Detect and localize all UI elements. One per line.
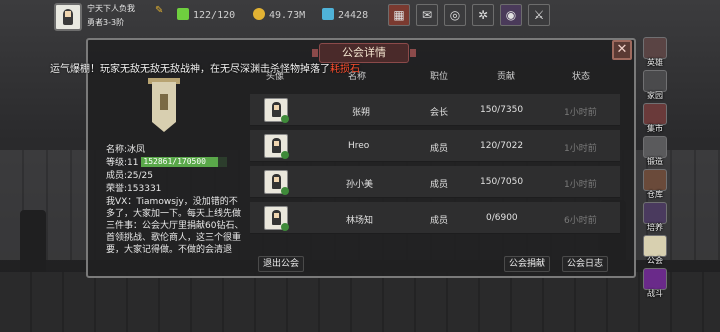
member-name: 孙小美 (346, 180, 374, 190)
member-role: 成员 (430, 180, 449, 190)
guild-level: 11 (127, 158, 139, 168)
gamepad-icon[interactable]: ◎ (444, 4, 466, 26)
member-avatar[interactable] (264, 134, 289, 159)
member-status: 1小时前 (564, 144, 597, 154)
guild-exp-bar: 152861/170500 (141, 157, 228, 167)
member-contribution: 150/7350 (480, 105, 524, 115)
member-contribution: 120/7022 (480, 141, 524, 151)
member-role: 成员 (430, 144, 449, 154)
member-avatar[interactable] (264, 206, 289, 231)
gem-counter: 24428 (322, 8, 368, 21)
member-status: 1小时前 (564, 108, 597, 118)
guild-donate-button[interactable]: 公会捐献 (504, 256, 551, 272)
side-menu-train[interactable]: 培养 (640, 202, 670, 232)
member-contribution: 150/7050 (480, 177, 524, 187)
side-menu-forge[interactable]: 锻造 (640, 136, 670, 166)
guild-name-line: 名称:冰凤 (106, 145, 146, 155)
side-menu-guild[interactable]: 公会 (640, 235, 670, 265)
col-status: 状态 (572, 72, 591, 82)
member-avatar[interactable] (264, 98, 289, 123)
market-icon (643, 103, 667, 125)
member-status: 6小时前 (564, 216, 597, 226)
player-avatar[interactable] (54, 3, 82, 31)
chest-icon (643, 169, 667, 191)
mail-icon[interactable]: ✉ (416, 4, 438, 26)
guild-honor: 153331 (127, 184, 162, 194)
sword-icon[interactable]: ⚔ (528, 4, 550, 26)
ground (0, 272, 720, 332)
guild-icon (643, 235, 667, 257)
side-menu-warehouse[interactable]: 仓库 (640, 169, 670, 199)
settings-gear-icon[interactable]: ✲ (472, 4, 494, 26)
member-role: 会长 (430, 108, 449, 118)
guild-honor-line: 荣誉:153331 (106, 184, 162, 194)
col-role: 职位 (430, 72, 449, 82)
table-row[interactable]: Hreo 成员 120/7022 1小时前 (250, 130, 620, 162)
player-rank: 勇者3-3阶 (87, 18, 125, 27)
guild-name: 冰凤 (127, 145, 146, 155)
player-name: 宁天下人负我 (87, 4, 135, 13)
house-icon (643, 70, 667, 92)
energy-counter: 122/120 (177, 8, 235, 21)
member-status: 1小时前 (564, 180, 597, 190)
side-menu-hero[interactable]: 英雄 (640, 37, 670, 67)
top-bar: 宁天下人负我 勇者3-3阶 ✎ 122/120 49.73M 24428 ▦ ✉… (0, 0, 720, 32)
gold-coin-icon (253, 8, 265, 20)
member-avatar[interactable] (264, 170, 289, 195)
potion-icon (643, 202, 667, 224)
guild-notice: 我VX：Tiamowsjy，没加错的不多了，大家加一下。每天上线先做三件事：公会… (106, 197, 244, 255)
system-broadcast: 运气爆棚！玩家无敌无敌无敌战神，在无尽深渊击杀怪物掉落了耗损石 (50, 64, 360, 75)
table-row[interactable]: 孙小美 成员 150/7050 1小时前 (250, 166, 620, 198)
member-contribution: 0/6900 (486, 213, 518, 223)
table-row[interactable]: 张朔 会长 150/7350 1小时前 (250, 94, 620, 126)
guild-log-button[interactable]: 公会日志 (562, 256, 609, 272)
table-row[interactable]: 林场知 成员 0/6900 6小时前 (250, 202, 620, 234)
shop-icon[interactable]: ▦ (388, 4, 410, 26)
portal-icon (643, 268, 667, 290)
broadcast-item: 耗损石 (330, 64, 360, 75)
side-menu-battle[interactable]: 战斗 (640, 268, 670, 298)
guild-members-line: 成员:25/25 (106, 171, 153, 181)
member-role: 成员 (430, 216, 449, 226)
guild-level-line: 等级:11 152861/170500 (106, 155, 228, 168)
side-menu-home[interactable]: 家园 (640, 70, 670, 100)
side-menu-market[interactable]: 集市 (640, 103, 670, 133)
anvil-icon (643, 136, 667, 158)
member-name: Hreo (348, 141, 370, 151)
edit-name-icon[interactable]: ✎ (155, 5, 163, 16)
member-name: 张朔 (352, 108, 371, 118)
guild-banner-icon (152, 82, 176, 132)
gold-counter: 49.73M (253, 8, 305, 21)
helmet-icon (643, 37, 667, 59)
close-button[interactable]: ✕ (612, 40, 632, 60)
rainbow-orb-icon[interactable]: ◉ (500, 4, 522, 26)
guild-members: 25/25 (127, 171, 153, 181)
leave-guild-button[interactable]: 退出公会 (258, 256, 305, 272)
member-name: 林场知 (346, 216, 374, 226)
col-contribution: 贡献 (497, 72, 516, 82)
gem-icon (322, 8, 334, 20)
energy-icon (177, 8, 189, 20)
